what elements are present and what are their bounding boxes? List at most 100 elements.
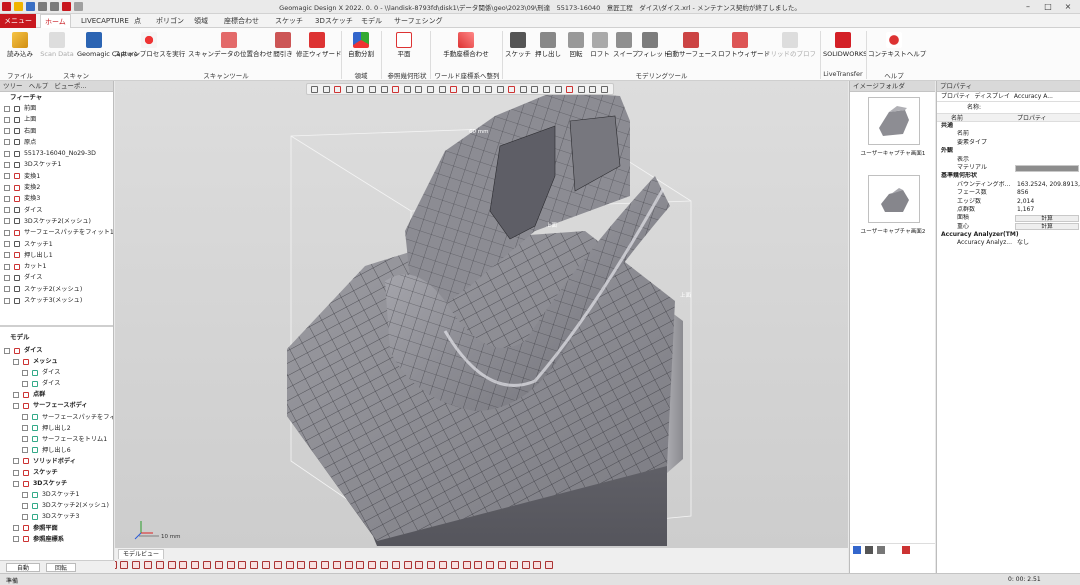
selection-filter-icon[interactable] bbox=[427, 561, 436, 569]
feature-tree-item[interactable]: 変換2 bbox=[0, 182, 113, 193]
view-tool-icon[interactable] bbox=[601, 86, 608, 93]
delete-image-icon[interactable] bbox=[902, 546, 910, 554]
selection-filter-icon[interactable] bbox=[332, 561, 341, 569]
tab-surfacing[interactable]: サーフェシング bbox=[390, 14, 447, 28]
visibility-checkbox[interactable] bbox=[22, 436, 28, 443]
view-tool-icon[interactable] bbox=[427, 86, 434, 93]
material-swatch[interactable] bbox=[1015, 164, 1079, 172]
visibility-checkbox[interactable] bbox=[13, 536, 19, 543]
selection-filter-icon[interactable] bbox=[521, 561, 530, 569]
model-tree-item[interactable]: ダイス bbox=[0, 367, 113, 378]
view-tool-icon[interactable] bbox=[357, 86, 365, 93]
feature-tree-item[interactable]: カット1 bbox=[0, 261, 113, 272]
tab-properties[interactable]: プロパティ bbox=[941, 93, 971, 100]
selection-filter-icon[interactable] bbox=[203, 561, 211, 569]
view-tool-icon[interactable] bbox=[392, 86, 400, 93]
feature-tree-item[interactable]: ダイス bbox=[0, 272, 113, 283]
selection-filter-icon[interactable] bbox=[250, 561, 259, 569]
selection-filter-icon[interactable] bbox=[155, 561, 164, 569]
align-scan-data-button[interactable]: スキャンデータの位置合わせ bbox=[188, 32, 273, 58]
expand-toggle[interactable] bbox=[4, 252, 10, 259]
visibility-checkbox[interactable] bbox=[22, 502, 28, 509]
solidworks-button[interactable]: SOLIDWORKS bbox=[823, 32, 867, 58]
visibility-checkbox[interactable] bbox=[22, 425, 28, 432]
capture-thumbnail-1[interactable] bbox=[868, 97, 920, 145]
feature-tree-item[interactable]: 右面 bbox=[0, 126, 113, 137]
selection-filter-icon[interactable] bbox=[179, 561, 188, 569]
feature-tree-item[interactable]: 前面 bbox=[0, 103, 113, 114]
view-tool-icon[interactable] bbox=[345, 86, 353, 93]
calculate-button[interactable]: 計算 bbox=[1015, 214, 1079, 222]
expand-toggle[interactable] bbox=[4, 139, 10, 146]
property-section[interactable]: 外観 bbox=[937, 147, 1080, 155]
geomagic-capture-button[interactable]: Geomagic Capture bbox=[77, 32, 138, 58]
property-section[interactable]: Accuracy Analyzer(TM) bbox=[937, 231, 1080, 239]
selection-filter-icon[interactable] bbox=[285, 561, 294, 569]
tab-model-view[interactable]: モデルビュー bbox=[118, 549, 165, 559]
auto-surface-button[interactable]: 自動サーフェース bbox=[666, 32, 717, 58]
export-image-icon[interactable] bbox=[877, 546, 885, 554]
view-image-icon[interactable] bbox=[865, 546, 873, 554]
visibility-checkbox[interactable] bbox=[22, 369, 28, 376]
view-tool-icon[interactable] bbox=[554, 86, 562, 93]
feature-tree-item[interactable]: 押し出し1 bbox=[0, 250, 113, 261]
model-tree-item[interactable]: サーフェースボディ bbox=[0, 400, 113, 411]
revolve-button[interactable]: 回転 bbox=[565, 32, 587, 58]
expand-toggle[interactable] bbox=[4, 241, 10, 248]
model-tree-item[interactable]: 3Dスケッチ3 bbox=[0, 511, 113, 522]
tab-home[interactable]: ホーム bbox=[40, 14, 71, 28]
tab-3d-sketch[interactable]: 3Dスケッチ bbox=[311, 14, 357, 28]
selection-filter-icon[interactable] bbox=[238, 561, 247, 569]
view-tool-icon[interactable] bbox=[485, 86, 492, 93]
visibility-checkbox[interactable] bbox=[22, 491, 28, 498]
panel-splitter[interactable] bbox=[0, 325, 113, 327]
expand-toggle[interactable] bbox=[4, 195, 10, 202]
selection-filter-icon[interactable] bbox=[297, 561, 306, 569]
view-tool-icon[interactable] bbox=[519, 86, 527, 93]
expand-toggle[interactable] bbox=[4, 116, 10, 123]
view-tool-icon[interactable] bbox=[589, 86, 597, 93]
selection-filter-icon[interactable] bbox=[273, 561, 282, 569]
view-tool-icon[interactable] bbox=[438, 86, 446, 93]
selection-filter-icon[interactable] bbox=[309, 561, 318, 569]
visibility-checkbox[interactable] bbox=[13, 402, 19, 409]
visibility-checkbox[interactable] bbox=[22, 513, 28, 520]
feature-tree-item[interactable]: 変換3 bbox=[0, 193, 113, 204]
view-tool-icon[interactable] bbox=[415, 86, 423, 93]
model-tree-item[interactable]: 点群 bbox=[0, 389, 113, 400]
model-tree-item[interactable]: ソリッドボディ bbox=[0, 456, 113, 467]
visibility-checkbox[interactable] bbox=[13, 358, 19, 365]
model-tree-item[interactable]: ダイス bbox=[0, 345, 113, 356]
rotate-mode-button[interactable]: 回転 bbox=[46, 563, 76, 572]
selection-filter-icon[interactable] bbox=[462, 561, 471, 569]
auto-segment-button[interactable]: 自動分割 bbox=[344, 32, 378, 58]
expand-toggle[interactable] bbox=[4, 105, 10, 112]
model-tree-item[interactable]: 押し出し2 bbox=[0, 423, 113, 434]
expand-toggle[interactable] bbox=[4, 207, 10, 214]
selection-filter-icon[interactable] bbox=[498, 561, 506, 569]
model-tree-item[interactable]: サーフェースパッチをフィ... bbox=[0, 412, 113, 423]
sweep-button[interactable]: スイープ bbox=[613, 32, 639, 58]
selection-filter-icon[interactable] bbox=[533, 561, 542, 569]
selection-filter-icon[interactable] bbox=[415, 561, 424, 569]
plane-button[interactable]: 平面 bbox=[384, 32, 424, 58]
property-section[interactable]: 共通 bbox=[937, 122, 1080, 130]
auto-mode-button[interactable]: 自動 bbox=[6, 563, 40, 572]
capture-thumbnail-2[interactable] bbox=[868, 175, 920, 223]
model-tree-item[interactable]: メッシュ bbox=[0, 356, 113, 367]
view-tool-icon[interactable] bbox=[473, 86, 481, 93]
tab-model[interactable]: モデル bbox=[357, 14, 386, 28]
manual-align-button[interactable]: 手動座標合わせ bbox=[434, 32, 498, 58]
selection-filter-icon[interactable] bbox=[368, 561, 377, 569]
solid-profile-button[interactable]: ソリッドのプロファイル bbox=[764, 32, 816, 58]
tab-alignment[interactable]: 座標合わせ bbox=[220, 14, 263, 28]
model-tree-item[interactable]: 押し出し6 bbox=[0, 445, 113, 456]
expand-toggle[interactable] bbox=[4, 218, 10, 225]
property-section[interactable]: 基準幾何形状 bbox=[937, 172, 1080, 180]
feature-tree-item[interactable]: スケッチ3(メッシュ) bbox=[0, 295, 113, 306]
selection-filter-icon[interactable] bbox=[344, 561, 353, 569]
view-tool-icon[interactable] bbox=[566, 86, 574, 93]
tab-region[interactable]: 領域 bbox=[190, 14, 212, 28]
visibility-checkbox[interactable] bbox=[13, 525, 19, 531]
calculate-button[interactable]: 計算 bbox=[1015, 223, 1079, 231]
